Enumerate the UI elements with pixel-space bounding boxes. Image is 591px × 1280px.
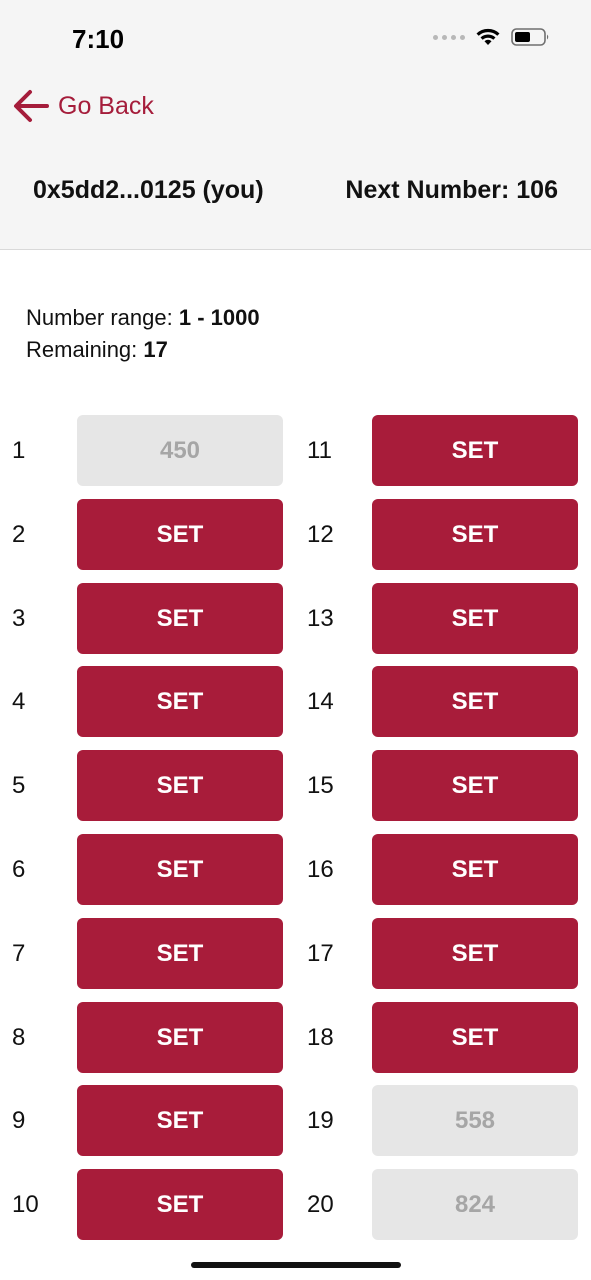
slot-value: 558: [372, 1085, 578, 1156]
set-button[interactable]: SET: [77, 1002, 283, 1073]
set-button[interactable]: SET: [77, 750, 283, 821]
set-button[interactable]: SET: [372, 1002, 578, 1073]
slot-row: 14 SET: [307, 666, 579, 737]
slot-number: 9: [12, 1107, 26, 1134]
remaining-value: 17: [143, 337, 168, 362]
slot-number: 11: [307, 437, 332, 464]
set-button[interactable]: SET: [77, 1085, 283, 1156]
set-button[interactable]: SET: [77, 918, 283, 989]
slot-row: 18 SET: [307, 1002, 579, 1073]
slot-number: 18: [307, 1024, 334, 1051]
slot-row: 15 SET: [307, 750, 579, 821]
set-button[interactable]: SET: [77, 834, 283, 905]
slot-row: 10 SET: [12, 1169, 284, 1240]
home-indicator: [191, 1262, 401, 1268]
set-button[interactable]: SET: [77, 666, 283, 737]
go-back-label: Go Back: [58, 91, 154, 120]
battery-icon: [511, 28, 549, 46]
slot-number: 12: [307, 521, 334, 548]
number-range-value: 1 - 1000: [178, 305, 260, 330]
status-time: 7:10: [72, 24, 125, 54]
slot-row: 17 SET: [307, 918, 579, 989]
next-number-label: Next Number:: [345, 176, 510, 204]
status-icons: [433, 27, 551, 47]
slot-number: 10: [12, 1191, 39, 1218]
slot-number: 16: [307, 856, 334, 883]
slot-number: 2: [12, 521, 26, 548]
set-button[interactable]: SET: [77, 583, 283, 654]
slot-number: 15: [307, 772, 334, 799]
slot-row: 1 450: [12, 415, 284, 486]
slot-row: 16 SET: [307, 834, 579, 905]
number-range-label: Number range:: [26, 305, 173, 330]
slot-row: 13 SET: [307, 583, 579, 654]
slot-value: 450: [77, 415, 283, 486]
slot-number: 3: [12, 605, 26, 632]
slot-number: 7: [12, 940, 26, 967]
arrow-left-icon: [14, 90, 49, 122]
game-info: Number range: 1 - 1000 Remaining: 17: [26, 302, 260, 366]
slot-number: 13: [307, 605, 334, 632]
set-button[interactable]: SET: [372, 918, 578, 989]
slot-row: 7 SET: [12, 918, 284, 989]
wifi-icon: [476, 28, 500, 45]
slot-row: 11 SET: [307, 415, 579, 486]
go-back-button[interactable]: Go Back: [12, 82, 154, 130]
slot-row: 6 SET: [12, 834, 284, 905]
header: Go Back 0x5dd2...0125 (you) Next Number:…: [0, 78, 591, 250]
set-button[interactable]: SET: [77, 499, 283, 570]
set-button[interactable]: SET: [372, 666, 578, 737]
slot-number: 20: [307, 1191, 334, 1218]
set-button[interactable]: SET: [372, 834, 578, 905]
remaining-label: Remaining:: [26, 337, 138, 362]
account-address: 0x5dd2...0125 (you): [33, 176, 264, 204]
slot-number: 1: [12, 437, 26, 464]
number-range-row: Number range: 1 - 1000: [26, 302, 260, 334]
slot-value: 824: [372, 1169, 578, 1240]
slot-number: 8: [12, 1024, 26, 1051]
next-number: Next Number: 106: [345, 176, 558, 205]
slot-row: 9 SET: [12, 1085, 284, 1156]
slot-row: 12 SET: [307, 499, 579, 570]
set-button[interactable]: SET: [372, 415, 578, 486]
slot-row: 3 SET: [12, 583, 284, 654]
set-button[interactable]: SET: [372, 499, 578, 570]
slot-number: 14: [307, 688, 334, 715]
slot-row: 2 SET: [12, 499, 284, 570]
set-button[interactable]: SET: [77, 1169, 283, 1240]
remaining-row: Remaining: 17: [26, 334, 260, 366]
slot-number: 5: [12, 772, 26, 799]
slot-row: 8 SET: [12, 1002, 284, 1073]
slot-number: 4: [12, 688, 26, 715]
slot-row: 20 824: [307, 1169, 579, 1240]
slot-number: 6: [12, 856, 26, 883]
slot-row: 5 SET: [12, 750, 284, 821]
status-bar: 7:10: [0, 0, 591, 78]
set-button[interactable]: SET: [372, 583, 578, 654]
slot-row: 4 SET: [12, 666, 284, 737]
slot-number: 19: [307, 1107, 334, 1134]
next-number-value: 106: [516, 176, 558, 204]
set-button[interactable]: SET: [372, 750, 578, 821]
slot-row: 19 558: [307, 1085, 579, 1156]
slot-number: 17: [307, 940, 334, 967]
signal-icon: [433, 34, 465, 40]
